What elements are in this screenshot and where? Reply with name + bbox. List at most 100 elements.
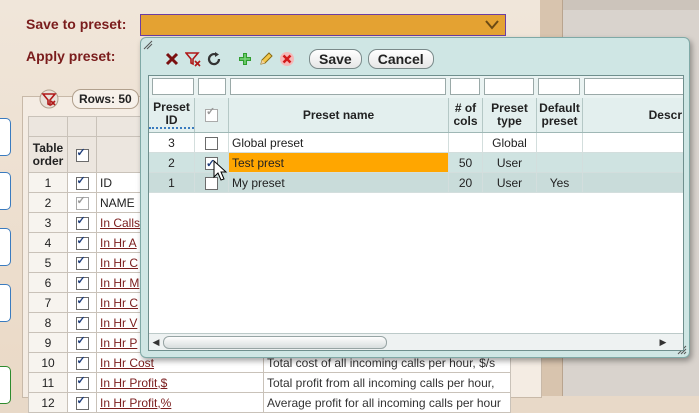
delete-preset-button[interactable] bbox=[278, 50, 296, 68]
scrollbar-thumb[interactable] bbox=[163, 336, 387, 349]
column-header-filter[interactable] bbox=[67, 116, 97, 137]
description-cell bbox=[583, 153, 683, 173]
column-header-num-cols[interactable]: # of cols bbox=[449, 98, 483, 132]
row-checkbox[interactable] bbox=[75, 334, 89, 350]
side-tab[interactable] bbox=[0, 228, 11, 266]
close-dialog-button[interactable] bbox=[163, 50, 181, 68]
row-checkbox-cell bbox=[67, 372, 97, 393]
row-checkbox[interactable] bbox=[75, 294, 89, 310]
preset-name-cell: Test prest bbox=[229, 153, 449, 173]
scroll-left-icon[interactable]: ◀ bbox=[150, 336, 162, 348]
column-header-select-all[interactable] bbox=[195, 98, 229, 132]
column-header-default-preset[interactable]: Default preset bbox=[537, 98, 583, 132]
delete-icon bbox=[280, 52, 294, 66]
filter-input-type[interactable] bbox=[484, 78, 534, 95]
side-tab[interactable] bbox=[0, 366, 11, 404]
column-header-order[interactable]: Table order bbox=[28, 136, 68, 173]
table-row[interactable]: 1 My preset 20 User Yes bbox=[149, 173, 683, 193]
row-checkbox-cell bbox=[195, 133, 229, 153]
dialog-toolbar: Save Cancel bbox=[163, 49, 440, 69]
order-cell: 4 bbox=[28, 232, 68, 253]
save-button[interactable]: Save bbox=[309, 49, 362, 69]
refresh-button[interactable] bbox=[205, 50, 223, 68]
column-name-link[interactable]: In Hr A bbox=[100, 236, 137, 250]
save-to-preset-select[interactable] bbox=[140, 14, 506, 36]
column-header-preset-type[interactable]: Preset type bbox=[483, 98, 537, 132]
column-header-preset-name[interactable]: Preset name bbox=[229, 98, 449, 132]
side-tab[interactable] bbox=[0, 284, 11, 322]
preset-name-cell: My preset bbox=[229, 173, 449, 193]
row-checkbox[interactable] bbox=[75, 214, 89, 230]
column-name-link[interactable]: In Calls bbox=[100, 216, 140, 230]
row-checkbox[interactable] bbox=[205, 137, 218, 151]
row-checkbox[interactable] bbox=[75, 194, 89, 210]
description-cell bbox=[583, 173, 683, 193]
column-header-description[interactable]: Descr bbox=[583, 98, 683, 132]
row-checkbox[interactable] bbox=[75, 274, 89, 290]
column-header-preset-id[interactable]: Preset ID bbox=[149, 98, 195, 132]
filter-input-checkbox[interactable] bbox=[198, 78, 226, 95]
scroll-right-icon[interactable]: ▶ bbox=[657, 336, 669, 348]
row-checkbox[interactable] bbox=[75, 374, 89, 390]
table-row[interactable]: 3 Global preset Global bbox=[149, 133, 683, 153]
side-tab[interactable] bbox=[0, 172, 11, 210]
filter-input-name[interactable] bbox=[230, 78, 446, 95]
column-name-link[interactable]: In Hr Profit,$ bbox=[100, 376, 167, 390]
row-checkbox[interactable] bbox=[75, 354, 89, 370]
default-preset-cell: Yes bbox=[537, 173, 583, 193]
order-cell: 3 bbox=[28, 212, 68, 233]
resize-handle-icon[interactable] bbox=[143, 40, 153, 50]
order-cell: 5 bbox=[28, 252, 68, 273]
description-cell bbox=[583, 133, 683, 153]
num-cols-cell: 50 bbox=[449, 153, 483, 173]
preset-type-cell: Global bbox=[483, 133, 537, 153]
column-name-link[interactable]: In Hr C bbox=[100, 256, 138, 270]
order-cell: 8 bbox=[28, 312, 68, 333]
row-checkbox-cell bbox=[67, 172, 97, 193]
horizontal-scrollbar[interactable]: ◀ ▶ bbox=[149, 333, 683, 350]
column-name-text: ID bbox=[100, 175, 112, 190]
chevron-down-icon bbox=[485, 17, 499, 33]
row-checkbox-cell bbox=[67, 352, 97, 373]
column-name-link[interactable]: In Hr C bbox=[100, 296, 138, 310]
row-checkbox[interactable] bbox=[75, 254, 89, 270]
preset-name-cell: Global preset bbox=[229, 133, 449, 153]
default-preset-cell bbox=[537, 153, 583, 173]
preset-type-cell: User bbox=[483, 173, 537, 193]
pencil-icon bbox=[260, 52, 273, 65]
table-row[interactable]: 2 Test prest 50 User bbox=[149, 153, 683, 173]
filter-input-description[interactable] bbox=[584, 78, 683, 95]
row-checkbox[interactable] bbox=[75, 394, 89, 410]
select-all-checkbox[interactable] bbox=[75, 146, 89, 162]
table-row[interactable]: 11 In Hr Profit,$ Total profit from all in… bbox=[28, 372, 511, 393]
cancel-button[interactable]: Cancel bbox=[367, 49, 434, 69]
column-header-filter[interactable] bbox=[28, 116, 68, 137]
edit-preset-button[interactable] bbox=[257, 50, 275, 68]
add-preset-button[interactable] bbox=[236, 50, 254, 68]
select-all-checkbox[interactable] bbox=[205, 106, 218, 122]
row-checkbox[interactable] bbox=[75, 174, 89, 190]
side-tab[interactable] bbox=[0, 118, 11, 156]
column-name-link[interactable]: In Hr Profit,% bbox=[100, 396, 171, 410]
filter-input-default[interactable] bbox=[538, 78, 580, 95]
row-checkbox[interactable] bbox=[75, 314, 89, 330]
filter-input-cols[interactable] bbox=[450, 78, 480, 95]
column-name-link[interactable]: In Hr P bbox=[100, 336, 137, 350]
filter-clear-icon bbox=[185, 52, 201, 67]
column-name-link[interactable]: In Hr M bbox=[100, 276, 139, 290]
clear-filter-button[interactable] bbox=[38, 89, 60, 109]
row-checkbox-cell bbox=[67, 292, 97, 313]
row-checkbox-cell bbox=[67, 312, 97, 333]
row-checkbox[interactable] bbox=[75, 234, 89, 250]
rows-per-page-button[interactable]: Rows: 50 bbox=[72, 89, 139, 109]
order-cell: 1 bbox=[28, 172, 68, 193]
close-icon bbox=[165, 52, 179, 66]
column-name-link[interactable]: In Hr V bbox=[100, 316, 137, 330]
row-checkbox-cell bbox=[67, 272, 97, 293]
order-cell: 11 bbox=[28, 372, 68, 393]
clear-filter-button[interactable] bbox=[184, 50, 202, 68]
column-header-select-all[interactable] bbox=[67, 136, 97, 173]
row-checkbox-cell bbox=[67, 212, 97, 233]
refresh-icon bbox=[207, 52, 221, 66]
filter-input-id[interactable] bbox=[152, 78, 194, 95]
